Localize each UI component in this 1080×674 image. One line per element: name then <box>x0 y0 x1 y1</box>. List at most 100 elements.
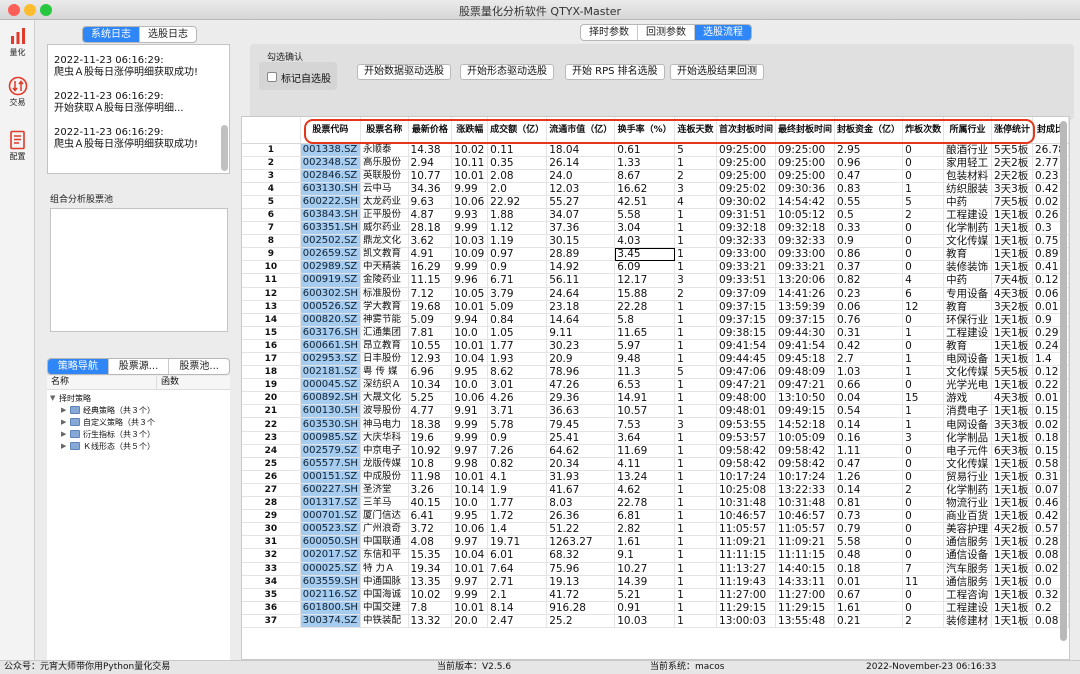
table-cell[interactable]: 0.67 <box>834 588 904 602</box>
table-cell[interactable]: 装修装饰 <box>943 260 992 275</box>
table-cell[interactable]: 通信服务 <box>943 575 992 589</box>
tab-timing-params[interactable]: 择时参数 <box>581 25 638 40</box>
table-cell[interactable]: 09:33:51 <box>716 273 777 288</box>
table-cell[interactable]: 09:53:55 <box>716 417 777 432</box>
table-cell[interactable]: 11.3 <box>614 365 676 380</box>
table-cell[interactable]: 11:29:15 <box>775 601 836 615</box>
table-row[interactable]: 21 600130.SH 波导股份 4.77 9.91 3.71 36.63 10.57 1 09… <box>242 404 1069 419</box>
collapse-arrow-icon[interactable]: ▶ <box>61 406 70 414</box>
table-cell[interactable]: 1.05 <box>487 326 548 340</box>
table-cell[interactable]: 4.03 <box>614 234 676 249</box>
table-cell[interactable]: 13.35 <box>408 575 453 589</box>
table-cell[interactable]: 1 <box>674 535 718 550</box>
table-cell[interactable]: 消费电子 <box>943 404 992 419</box>
table-cell[interactable]: 2 <box>674 287 718 301</box>
table-cell[interactable]: 41.67 <box>546 483 616 498</box>
stock-code-cell[interactable]: 002989.SZ <box>300 260 361 275</box>
table-cell[interactable]: 装修建材 <box>943 614 992 628</box>
column-header[interactable]: 封板资金（亿） <box>834 117 904 144</box>
table-cell[interactable]: 1.9 <box>487 483 548 498</box>
table-cell[interactable]: 1 <box>674 522 718 537</box>
table-cell[interactable]: 1 <box>674 221 718 236</box>
table-cell[interactable]: 0 <box>902 444 945 458</box>
table-cell[interactable]: 10.09 <box>451 247 489 262</box>
collapse-arrow-icon[interactable]: ▶ <box>61 442 70 450</box>
table-cell[interactable]: 1天1板 <box>991 509 1034 524</box>
stock-name-cell[interactable]: 广州浪奇 <box>360 522 409 537</box>
stock-name-cell[interactable]: 大晟文化 <box>360 391 409 406</box>
column-header[interactable]: 首次封板时间 <box>716 117 777 144</box>
stock-code-cell[interactable]: 000523.SZ <box>300 522 361 537</box>
stock-name-cell[interactable]: 特 力Ａ <box>360 562 409 576</box>
stock-name-cell[interactable]: 中国海诚 <box>360 588 409 602</box>
table-cell[interactable]: 5.09 <box>408 313 453 327</box>
table-row[interactable]: 24 002579.SZ 中京电子 10.92 9.97 7.26 64.62 11.69 1 0… <box>242 444 1069 458</box>
table-cell[interactable]: 2 <box>902 208 945 223</box>
stock-name-cell[interactable]: 日丰股份 <box>360 352 409 367</box>
table-cell[interactable]: 11.98 <box>408 470 453 484</box>
table-cell[interactable]: 1.77 <box>487 496 548 511</box>
table-cell[interactable]: 家用轻工 <box>943 156 992 170</box>
table-cell[interactable]: 09:32:33 <box>775 234 836 249</box>
stock-name-cell[interactable]: 威尔药业 <box>360 221 409 236</box>
table-cell[interactable]: 0.21 <box>834 614 904 628</box>
table-cell[interactable]: 11:09:21 <box>716 535 777 550</box>
table-cell[interactable]: 09:33:00 <box>716 247 777 262</box>
table-cell[interactable]: 1 <box>674 444 718 458</box>
table-cell[interactable]: 0.82 <box>487 457 548 471</box>
table-cell[interactable]: 10.0 <box>451 326 489 340</box>
table-cell[interactable]: 14:40:15 <box>775 562 836 576</box>
table-cell[interactable]: 0 <box>902 588 945 602</box>
table-cell[interactable]: 09:38:15 <box>716 326 777 340</box>
table-cell[interactable]: 11:05:57 <box>716 522 777 537</box>
table-cell[interactable]: 0.31 <box>834 326 904 340</box>
table-cell[interactable]: 0.73 <box>834 509 904 524</box>
table-cell[interactable]: 1 <box>674 614 718 628</box>
table-cell[interactable]: 1天1板 <box>991 378 1034 393</box>
table-cell[interactable]: 0.47 <box>834 457 904 471</box>
table-cell[interactable]: 11:09:21 <box>775 535 836 550</box>
table-cell[interactable]: 8.03 <box>546 496 616 511</box>
column-header[interactable]: 炸板次数 <box>902 117 945 144</box>
table-cell[interactable]: 11.65 <box>614 326 676 340</box>
table-row[interactable]: 3 002846.SZ 英联股份 10.77 10.01 2.08 24.0 8.67 2 09:… <box>242 169 1069 183</box>
table-cell[interactable]: 7天4板 <box>991 273 1034 288</box>
table-row[interactable]: 22 603530.SH 神马电力 18.38 9.99 5.78 79.45 7.53 3 09… <box>242 417 1069 432</box>
stock-name-cell[interactable]: 高乐股份 <box>360 156 409 170</box>
table-cell[interactable]: 1天1板 <box>991 457 1034 471</box>
table-cell[interactable]: 36.63 <box>546 404 616 419</box>
table-cell[interactable]: 09:53:57 <box>716 431 777 445</box>
table-cell[interactable]: 0.33 <box>834 221 904 236</box>
column-header[interactable]: 涨停统计 <box>991 117 1034 144</box>
stock-code-cell[interactable]: 001338.SZ <box>300 143 361 157</box>
table-cell[interactable]: 41.72 <box>546 588 616 602</box>
table-cell[interactable]: 22.92 <box>487 195 548 209</box>
table-cell[interactable]: 6.53 <box>614 378 676 393</box>
table-cell[interactable]: 1天1板 <box>991 326 1034 340</box>
table-cell[interactable]: 化学制药 <box>943 483 992 498</box>
table-cell[interactable]: 6.71 <box>487 273 548 288</box>
stock-code-cell[interactable]: 000985.SZ <box>300 431 361 445</box>
table-cell[interactable]: 09:47:21 <box>775 378 836 393</box>
table-cell[interactable]: 09:48:09 <box>775 365 836 380</box>
table-cell[interactable]: 56.11 <box>546 273 616 288</box>
table-cell[interactable]: 10.55 <box>408 339 453 354</box>
table-cell[interactable]: 24.0 <box>546 169 616 183</box>
table-cell[interactable]: 5.25 <box>408 391 453 406</box>
table-cell[interactable]: 3 <box>674 182 718 196</box>
column-header[interactable]: 连板天数 <box>674 117 718 144</box>
table-cell[interactable]: 3.04 <box>614 221 676 236</box>
expand-arrow-icon[interactable]: ▼ <box>50 394 59 402</box>
table-cell[interactable]: 14.39 <box>614 575 676 589</box>
stock-code-cell[interactable]: 600892.SH <box>300 391 361 406</box>
table-cell[interactable]: 1 <box>674 457 718 471</box>
stock-code-cell[interactable]: 603351.SH <box>300 221 361 236</box>
table-row[interactable]: 17 002953.SZ 日丰股份 12.93 10.04 1.93 20.9 9.48 1 09… <box>242 352 1069 367</box>
table-cell[interactable]: 10.0 <box>451 496 489 511</box>
column-header[interactable]: 股票名称 <box>360 117 409 144</box>
table-cell[interactable]: 09:48:01 <box>716 404 777 419</box>
tab-backtest-params[interactable]: 回测参数 <box>638 25 695 40</box>
table-cell[interactable]: 34.07 <box>546 208 616 223</box>
stock-code-cell[interactable]: 002116.SZ <box>300 588 361 602</box>
table-cell[interactable]: 0.86 <box>834 247 904 262</box>
